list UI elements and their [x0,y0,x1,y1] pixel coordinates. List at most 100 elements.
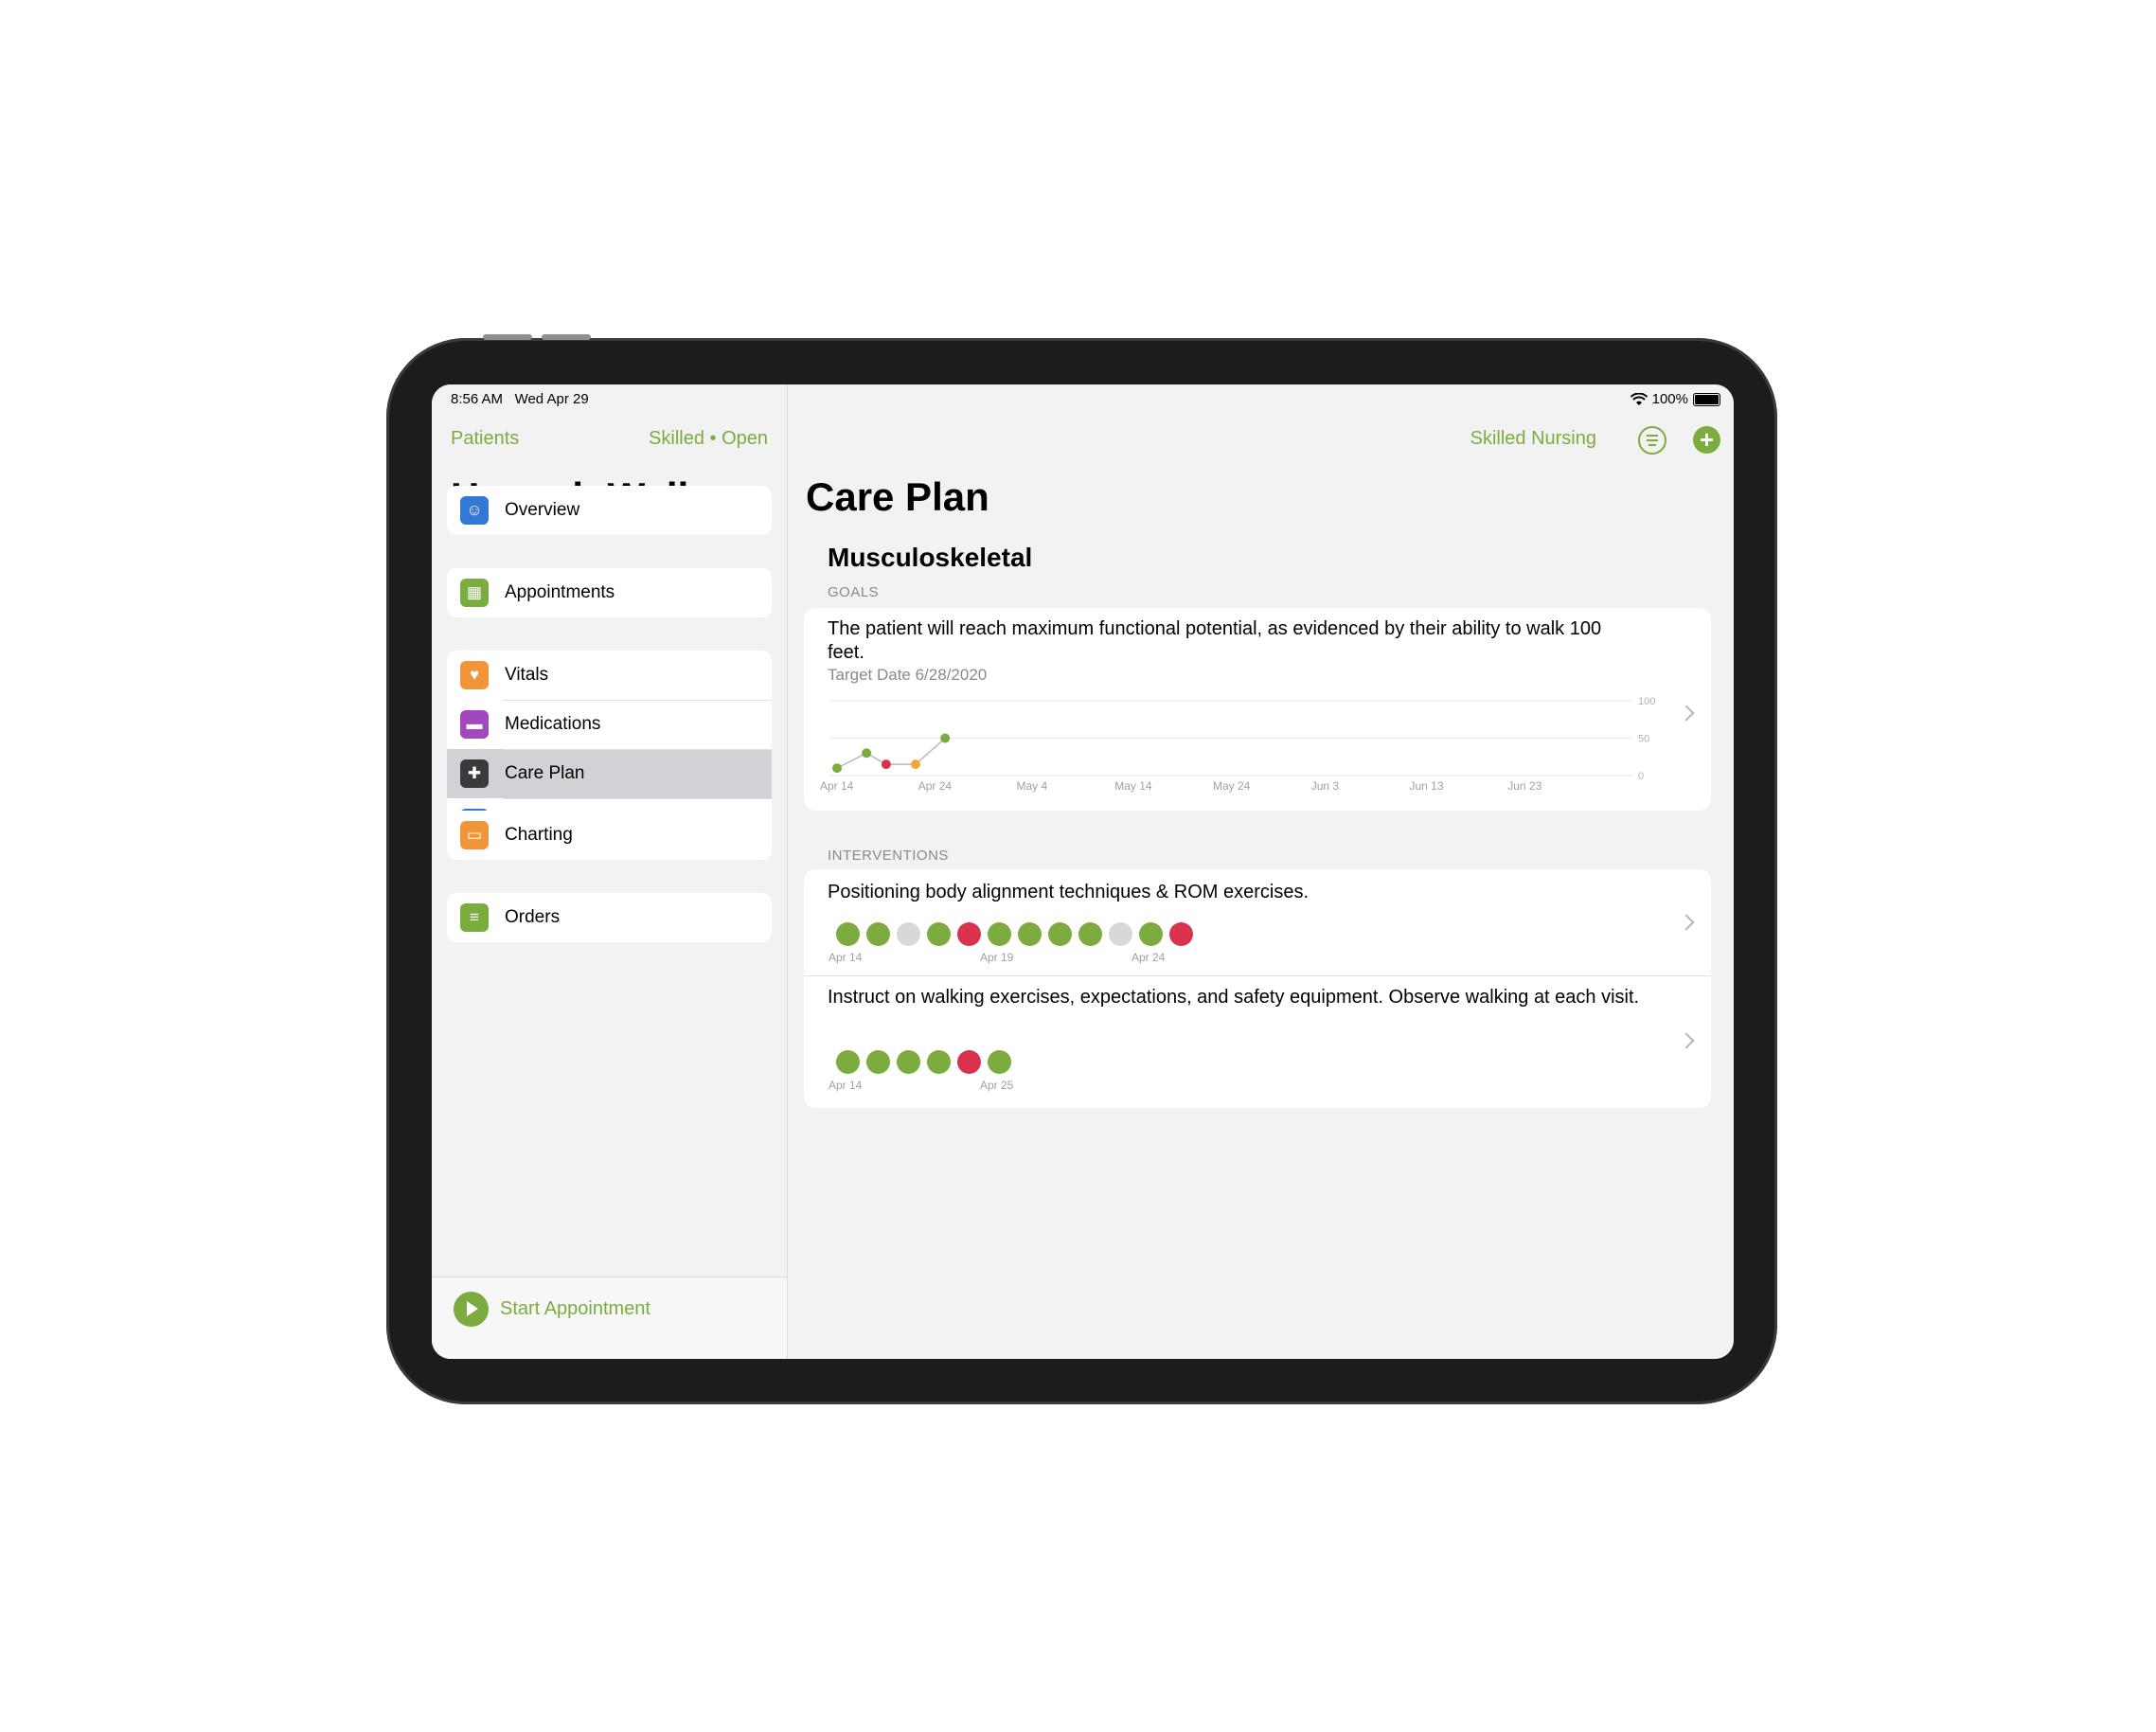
sidebar-item-label: Medications [505,714,601,734]
status-dot-red [957,1050,981,1074]
status-dot-red [957,922,981,946]
y-tick-label: 0 [1638,771,1644,782]
date-label: Apr 14 [829,951,863,964]
data-point [832,763,842,774]
data-point [911,759,920,770]
document-icon: ≡ [460,903,489,932]
medical-bag-icon: ✚ [460,759,489,788]
intervention-text: Instruct on walking exercises, expectati… [828,987,1640,1008]
calendar-icon: ▦ [460,579,489,607]
status-dot-green [866,1050,890,1074]
intervention-row[interactable]: Instruct on walking exercises, expectati… [804,976,1711,1108]
date-label: Apr 25 [980,1079,1014,1092]
x-tick-label: Apr 14 [820,779,854,793]
visit-state-label[interactable]: Skilled • Open [649,428,768,450]
date-label: Apr 19 [980,951,1014,964]
sidebar-item-label: Appointments [505,582,615,602]
goals-header: GOALS [828,584,880,600]
start-appointment-bar: Start Appointment [432,1277,787,1359]
chevron-right-icon [1678,1032,1695,1049]
sidebar-item-care-plan[interactable]: ✚ Care Plan [447,749,772,798]
sidebar-item-label: Care Plan [505,763,585,783]
date-label: Apr 24 [1131,951,1166,964]
sidebar-item-medications[interactable]: ▬ Medications [447,700,772,749]
status-dot-gray [1109,922,1132,946]
sidebar-item-label: Charting [505,825,573,845]
sidebar-item-overview[interactable]: ☺ Overview [447,486,772,535]
chevron-right-icon [1678,705,1695,722]
goal-progress-chart: 0 50 100 Apr 14 Apr 24 May 4 May 14 May 24 Jun 3… [820,696,1655,793]
add-icon[interactable]: + [1693,426,1720,454]
goal-target-date: Target Date 6/28/2020 [828,666,988,684]
goal-card[interactable]: The patient will reach maximum functiona… [804,608,1711,811]
x-tick-label: Jun 23 [1507,779,1541,793]
filter-icon[interactable] [1638,426,1666,455]
page-title: Care Plan [806,474,989,519]
status-dot-green [836,922,860,946]
sidebar-item-appointments[interactable]: ▦ Appointments [447,568,772,617]
sidebar-item-label: Overview [505,500,580,520]
wifi-icon [1630,392,1648,405]
status-time: 8:56 AM Wed Apr 29 [451,391,589,407]
folder-icon: ▭ [460,821,489,849]
status-dot-green [1048,922,1072,946]
status-dot-green [988,922,1011,946]
status-dot-green [866,922,890,946]
status-dot-green [1078,922,1102,946]
start-appointment-button[interactable]: Start Appointment [500,1298,650,1320]
data-point [881,759,891,770]
sidebar-group: ≡ Orders [447,893,772,942]
status-dot-green [1018,922,1042,946]
sidebar-item-orders[interactable]: ≡ Orders [447,893,772,942]
x-tick-label: May 4 [1017,779,1048,793]
section-title: Musculoskeletal [828,543,1033,572]
sidebar-group: ▭ Charting [447,811,772,860]
x-tick-label: Jun 3 [1311,779,1340,793]
status-dot-green [1139,922,1163,946]
pill-icon: ▬ [460,710,489,739]
back-to-patients-link[interactable]: Patients [451,428,519,450]
status-dots [836,922,1193,946]
sidebar-item-label: Vitals [505,665,549,685]
series-line [836,737,946,769]
status-dot-green [897,1050,920,1074]
status-dot-gray [897,922,920,946]
screen: 8:56 AM Wed Apr 29 Patients Skilled • Op… [432,384,1734,1359]
person-icon: ☺ [460,496,489,525]
heart-icon: ♥ [460,661,489,689]
play-icon[interactable] [454,1292,489,1327]
status-indicators: 100% [1630,391,1720,407]
x-tick-label: May 24 [1213,779,1251,793]
main-content: 100% Skilled Nursing + Care Plan Musculo… [788,384,1734,1359]
data-point [940,733,951,743]
service-line-selector[interactable]: Skilled Nursing [1470,428,1596,450]
sidebar: 8:56 AM Wed Apr 29 Patients Skilled • Op… [432,384,788,1359]
sidebar-group: ☺ Overview [447,486,772,535]
battery-icon [1693,392,1720,406]
status-dot-red [1169,922,1193,946]
intervention-text: Positioning body alignment techniques & … [828,882,1310,902]
power-button [542,334,591,340]
sidebar-item-label: Orders [505,907,561,927]
chevron-right-icon [1678,914,1695,931]
sidebar-item-charting[interactable]: ▭ Charting [447,811,772,860]
data-point [862,748,872,759]
x-tick-label: Jun 13 [1410,779,1444,793]
status-dot-green [988,1050,1011,1074]
status-dot-green [836,1050,860,1074]
x-tick-label: May 14 [1114,779,1152,793]
interventions-card: Positioning body alignment techniques & … [804,869,1711,1108]
intervention-row[interactable]: Positioning body alignment techniques & … [804,869,1711,975]
date-label: Apr 14 [829,1079,863,1092]
volume-button [483,334,532,340]
status-dot-green [927,1050,951,1074]
sidebar-group: ▦ Appointments [447,568,772,617]
battery-percent: 100% [1651,391,1688,407]
goal-text: The patient will reach maximum functiona… [828,618,1602,663]
sidebar-item-vitals[interactable]: ♥ Vitals [447,651,772,700]
status-dots [836,1050,1011,1074]
x-tick-label: Apr 24 [918,779,953,793]
status-dot-green [927,922,951,946]
y-tick-label: 50 [1638,734,1649,745]
y-tick-label: 100 [1638,696,1655,707]
